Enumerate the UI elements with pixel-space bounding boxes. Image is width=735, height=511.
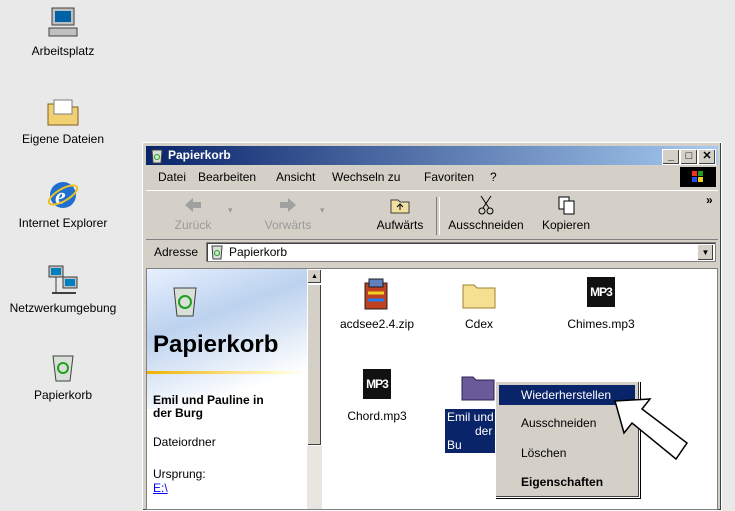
folder-icon <box>434 277 524 311</box>
address-input[interactable]: Papierkorb ▼ <box>206 242 716 262</box>
menu-ansicht[interactable]: Ansicht <box>276 170 315 184</box>
file-item[interactable]: acdsee2.4.zip <box>332 277 422 331</box>
up-button[interactable]: Aufwärts <box>370 195 430 232</box>
scroll-thumb[interactable] <box>307 284 322 446</box>
my-computer-icon <box>46 6 80 40</box>
origin-link[interactable]: E:\ <box>153 481 168 495</box>
menu-wechseln-zu[interactable]: Wechseln zu <box>332 170 400 184</box>
address-bar: Adresse Papierkorb ▼ <box>146 241 718 263</box>
context-item-properties[interactable]: Eigenschaften <box>499 472 635 492</box>
desktop-icon-label: Internet Explorer <box>18 216 108 230</box>
info-panel: Papierkorb Emil und Pauline in der Burg … <box>147 269 307 509</box>
panel-scrollbar[interactable]: ▲ <box>307 269 322 509</box>
address-label: Adresse <box>154 245 199 259</box>
recycle-bin-icon <box>167 283 203 322</box>
file-item[interactable]: MP3 Chimes.mp3 <box>556 277 646 331</box>
scissors-icon <box>446 195 526 215</box>
menu-help[interactable]: ? <box>490 170 497 184</box>
address-value: Papierkorb <box>229 245 288 259</box>
pointer-arrow-icon <box>612 393 702 463</box>
file-item[interactable]: MP3 Chord.mp3 <box>332 369 422 423</box>
menu-bar: Datei Bearbeiten Ansicht Wechseln zu Fav… <box>146 166 718 188</box>
back-arrow-icon <box>166 195 220 215</box>
selected-item-type: Dateiordner <box>153 435 216 449</box>
forward-label: Vorwärts <box>264 218 312 232</box>
file-name: Chimes.mp3 <box>567 317 635 331</box>
panel-divider <box>147 371 307 374</box>
desktop-icon-papierkorb[interactable]: Papierkorb <box>8 350 118 402</box>
cut-label: Ausschneiden <box>448 218 524 232</box>
internet-explorer-icon: e <box>46 178 80 212</box>
origin-label: Ursprung: <box>153 467 206 481</box>
desktop-icon-label: Netzwerkumgebung <box>9 301 117 315</box>
mp3-icon: MP3 <box>556 277 646 311</box>
desktop-icon-eigene-dateien[interactable]: Eigene Dateien <box>8 94 118 146</box>
forward-dropdown[interactable]: ▾ <box>320 205 325 216</box>
desktop-icon-label: Arbeitsplatz <box>31 44 95 58</box>
zip-archive-icon <box>332 277 422 311</box>
file-name: Chord.mp3 <box>347 409 407 423</box>
forward-button[interactable]: Vorwärts <box>258 195 318 232</box>
selected-item-name: Emil und Pauline in der Burg <box>153 393 264 420</box>
close-button[interactable]: ✕ <box>698 149 716 165</box>
windows-logo-icon <box>680 167 716 187</box>
file-name: acdsee2.4.zip <box>339 317 415 331</box>
copy-icon <box>536 195 596 215</box>
network-icon <box>46 263 80 297</box>
menu-datei[interactable]: Datei <box>158 170 186 184</box>
toolbar: Zurück ▾ Vorwärts ▾ Aufwärts Ausschneide… <box>146 190 718 240</box>
file-item[interactable]: Cdex <box>434 277 524 331</box>
scroll-up-button[interactable]: ▲ <box>307 269 322 284</box>
toolbar-separator <box>436 197 440 235</box>
address-dropdown-button[interactable]: ▼ <box>697 244 714 261</box>
recycle-bin-icon <box>46 350 80 384</box>
forward-arrow-icon <box>258 195 318 215</box>
desktop-icon-netzwerkumgebung[interactable]: Netzwerkumgebung <box>8 263 118 315</box>
folder-up-icon <box>370 195 430 215</box>
file-name-line2: der Bu <box>447 424 493 452</box>
back-label: Zurück <box>174 218 212 232</box>
desktop-icon-arbeitsplatz[interactable]: Arbeitsplatz <box>8 6 118 58</box>
toolbar-more-button[interactable]: » <box>706 193 713 207</box>
desktop-icon-label: Eigene Dateien <box>21 132 105 146</box>
desktop-icon-internet-explorer[interactable]: e Internet Explorer <box>8 178 118 230</box>
copy-label: Kopieren <box>541 218 591 232</box>
panel-title: Papierkorb <box>153 331 279 358</box>
file-name: Cdex <box>464 317 493 331</box>
minimize-button[interactable]: _ <box>662 149 680 165</box>
desktop-icon-label: Papierkorb <box>33 388 93 402</box>
origin-info: Ursprung: E:\ <box>153 467 206 495</box>
mp3-icon: MP3 <box>332 369 422 403</box>
recycle-bin-icon <box>149 148 165 164</box>
copy-button[interactable]: Kopieren <box>536 195 596 232</box>
back-dropdown[interactable]: ▾ <box>228 205 233 216</box>
cut-button[interactable]: Ausschneiden <box>446 195 526 232</box>
maximize-button[interactable]: □ <box>680 149 698 165</box>
back-button[interactable]: Zurück <box>166 195 220 232</box>
title-bar[interactable]: Papierkorb _ □ ✕ <box>146 146 718 165</box>
window-title: Papierkorb <box>168 148 231 162</box>
my-documents-icon <box>46 94 80 128</box>
menu-favoriten[interactable]: Favoriten <box>424 170 474 184</box>
up-label: Aufwärts <box>376 218 424 232</box>
menu-bearbeiten[interactable]: Bearbeiten <box>198 170 256 184</box>
recycle-bin-icon <box>209 244 225 263</box>
